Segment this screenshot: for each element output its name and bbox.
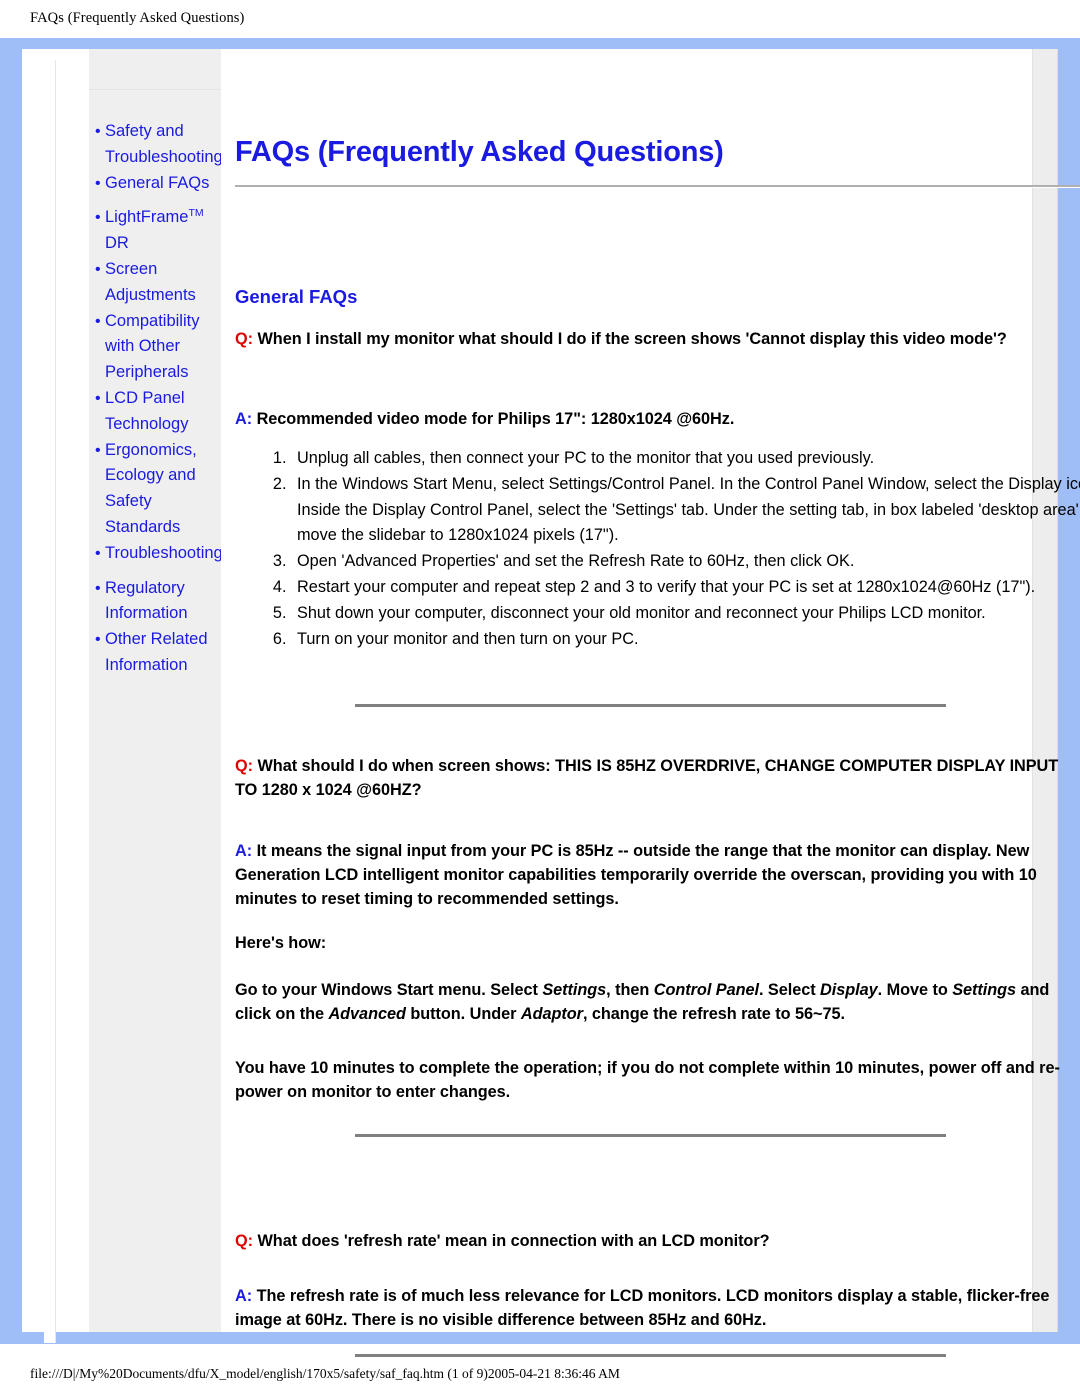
sidebar-item-list: • Safety and Troubleshooting • General F… — [89, 119, 223, 679]
instruction-text: button. Under — [405, 1005, 521, 1023]
section-separator-1 — [355, 704, 946, 707]
page-title: FAQs (Frequently Asked Questions) — [235, 136, 724, 169]
sidebar-item-label: Safety and Troubleshooting — [105, 122, 223, 166]
bullet-icon: • — [95, 174, 101, 192]
emphasized-term: Adaptor — [520, 1005, 583, 1023]
question-marker: Q: — [235, 757, 253, 775]
instruction-text: , change the refresh rate to 56~75. — [582, 1005, 845, 1023]
faq-1-question: Q: When I install my monitor what should… — [235, 327, 1078, 351]
title-separator — [235, 185, 1080, 188]
answer-marker: A: — [235, 1287, 253, 1305]
sidebar-item-screen-adjustments[interactable]: • Screen Adjustments — [89, 257, 221, 309]
sidebar-divider — [89, 89, 221, 90]
sidebar-item-lightframe-dr[interactable]: • LightFrameTM DR — [89, 205, 221, 257]
sidebar-item-compatibility-with-other-peripherals[interactable]: • Compatibility with Other Peripherals — [89, 309, 221, 386]
sidebar-item-label: Other Related Information — [105, 630, 208, 674]
sidebar-item-lcd-panel-technology[interactable]: • LCD Panel Technology — [89, 386, 221, 438]
question-text: When I install my monitor what should I … — [257, 330, 1007, 348]
trademark-superscript: TM — [188, 207, 204, 220]
bullet-icon: • — [95, 544, 101, 562]
faq-3-answer: A: The refresh rate is of much less rele… — [235, 1284, 1078, 1332]
list-item: Open 'Advanced Properties' and set the R… — [291, 549, 1080, 575]
instruction-text: , then — [606, 981, 654, 999]
page-canvas: • Safety and Troubleshooting • General F… — [22, 49, 1080, 1357]
question-marker: Q: — [235, 1232, 253, 1250]
list-item: Turn on your monitor and then turn on yo… — [291, 627, 1080, 653]
right-scrollbar-strip[interactable] — [1032, 49, 1058, 1332]
faq-3-question: Q: What does 'refresh rate' mean in conn… — [235, 1229, 1078, 1253]
emphasized-term: Advanced — [328, 1005, 406, 1023]
main-content: FAQs (Frequently Asked Questions) Genera… — [221, 49, 1080, 1357]
faq-2-closing: You have 10 minutes to complete the oper… — [235, 1059, 1060, 1101]
bullet-icon: • — [95, 123, 101, 140]
answer-marker: A: — [235, 842, 253, 860]
list-item: Unplug all cables, then connect your PC … — [291, 446, 1080, 472]
sidebar-item-troubleshooting[interactable]: • Troubleshooting — [89, 541, 223, 567]
answer-text: The refresh rate is of much less relevan… — [235, 1287, 1050, 1329]
bullet-icon: • — [95, 389, 101, 407]
faq-2-instructions: Go to your Windows Start menu. Select Se… — [235, 978, 1078, 1026]
faq-2-question: Q: What should I do when screen shows: T… — [235, 754, 1078, 802]
sidebar-item-label: Compatibility with Other Peripherals — [105, 311, 200, 382]
sidebar-item-other-related-information[interactable]: • Other Related Information — [89, 627, 221, 679]
sidebar-item-label-tail: DR — [105, 234, 129, 253]
sidebar-item-ergonomics-ecology-and-safety-standards[interactable]: • Ergonomics, Ecology and Safety Standar… — [89, 438, 221, 541]
sidebar-item-label: Regulatory Information — [105, 578, 188, 623]
bullet-icon: • — [95, 631, 101, 649]
sidebar-navigation: • Safety and Troubleshooting • General F… — [89, 49, 223, 1332]
question-marker: Q: — [235, 330, 253, 348]
section-separator-3 — [355, 1354, 946, 1357]
sidebar-item-label: General FAQs — [105, 173, 210, 192]
instruction-text: . Select — [758, 981, 821, 999]
sidebar-item-label: LightFrame — [105, 208, 189, 227]
list-item: In the Windows Start Menu, select Settin… — [291, 472, 1080, 549]
faq-1-answer: A: Recommended video mode for Philips 17… — [235, 407, 1078, 431]
bullet-icon: • — [95, 260, 101, 278]
question-text: What should I do when screen shows: THIS… — [235, 757, 1059, 799]
sidebar-item-label: LCD Panel Technology — [105, 388, 189, 433]
answer-text: It means the signal input from your PC i… — [235, 842, 1037, 908]
emphasized-term: Display — [820, 981, 878, 999]
emphasized-term: Settings — [542, 981, 607, 999]
sidebar-item-safety-and-troubleshooting[interactable]: • Safety and Troubleshooting — [89, 119, 223, 171]
sidebar-item-label: Screen Adjustments — [105, 259, 196, 304]
answer-marker: A: — [235, 410, 253, 428]
bullet-icon: • — [95, 209, 101, 227]
faq-2-answer: A: It means the signal input from your P… — [235, 839, 1078, 911]
browser-print-footer: file:///D|/My%20Documents/dfu/X_model/en… — [30, 1366, 620, 1381]
bullet-icon: • — [95, 579, 101, 597]
list-item: Restart your computer and repeat step 2 … — [291, 575, 1080, 601]
faq-1-steps-list: Unplug all cables, then connect your PC … — [249, 446, 1080, 652]
bullet-icon: • — [95, 312, 101, 330]
instruction-text: . Move to — [877, 981, 953, 999]
content-columns: • Safety and Troubleshooting • General F… — [35, 49, 1080, 1357]
answer-text: Recommended video mode for Philips 17": … — [256, 410, 735, 428]
question-text: What does 'refresh rate' mean in connect… — [257, 1232, 770, 1250]
sidebar-item-label: Ergonomics, Ecology and Safety Standards — [105, 440, 197, 536]
sidebar-item-regulatory-information[interactable]: • Regulatory Information — [89, 576, 221, 628]
emphasized-term: Control Panel — [653, 981, 759, 999]
faq-2-heres-how-label: Here's how: — [235, 934, 327, 952]
bullet-icon: • — [95, 441, 101, 459]
sidebar-item-general-faqs[interactable]: • General FAQs — [89, 171, 221, 197]
instruction-text: Go to your Windows Start menu. Select — [235, 981, 543, 999]
browser-print-header: FAQs (Frequently Asked Questions) — [30, 10, 245, 26]
section-heading-general-faqs: General FAQs — [235, 286, 358, 308]
sidebar-item-label: Troubleshooting — [105, 543, 223, 562]
section-separator-2 — [355, 1134, 946, 1137]
emphasized-term: Settings — [952, 981, 1017, 999]
page-frame: • Safety and Troubleshooting • General F… — [0, 38, 1080, 1357]
list-item: Shut down your computer, disconnect your… — [291, 601, 1080, 627]
